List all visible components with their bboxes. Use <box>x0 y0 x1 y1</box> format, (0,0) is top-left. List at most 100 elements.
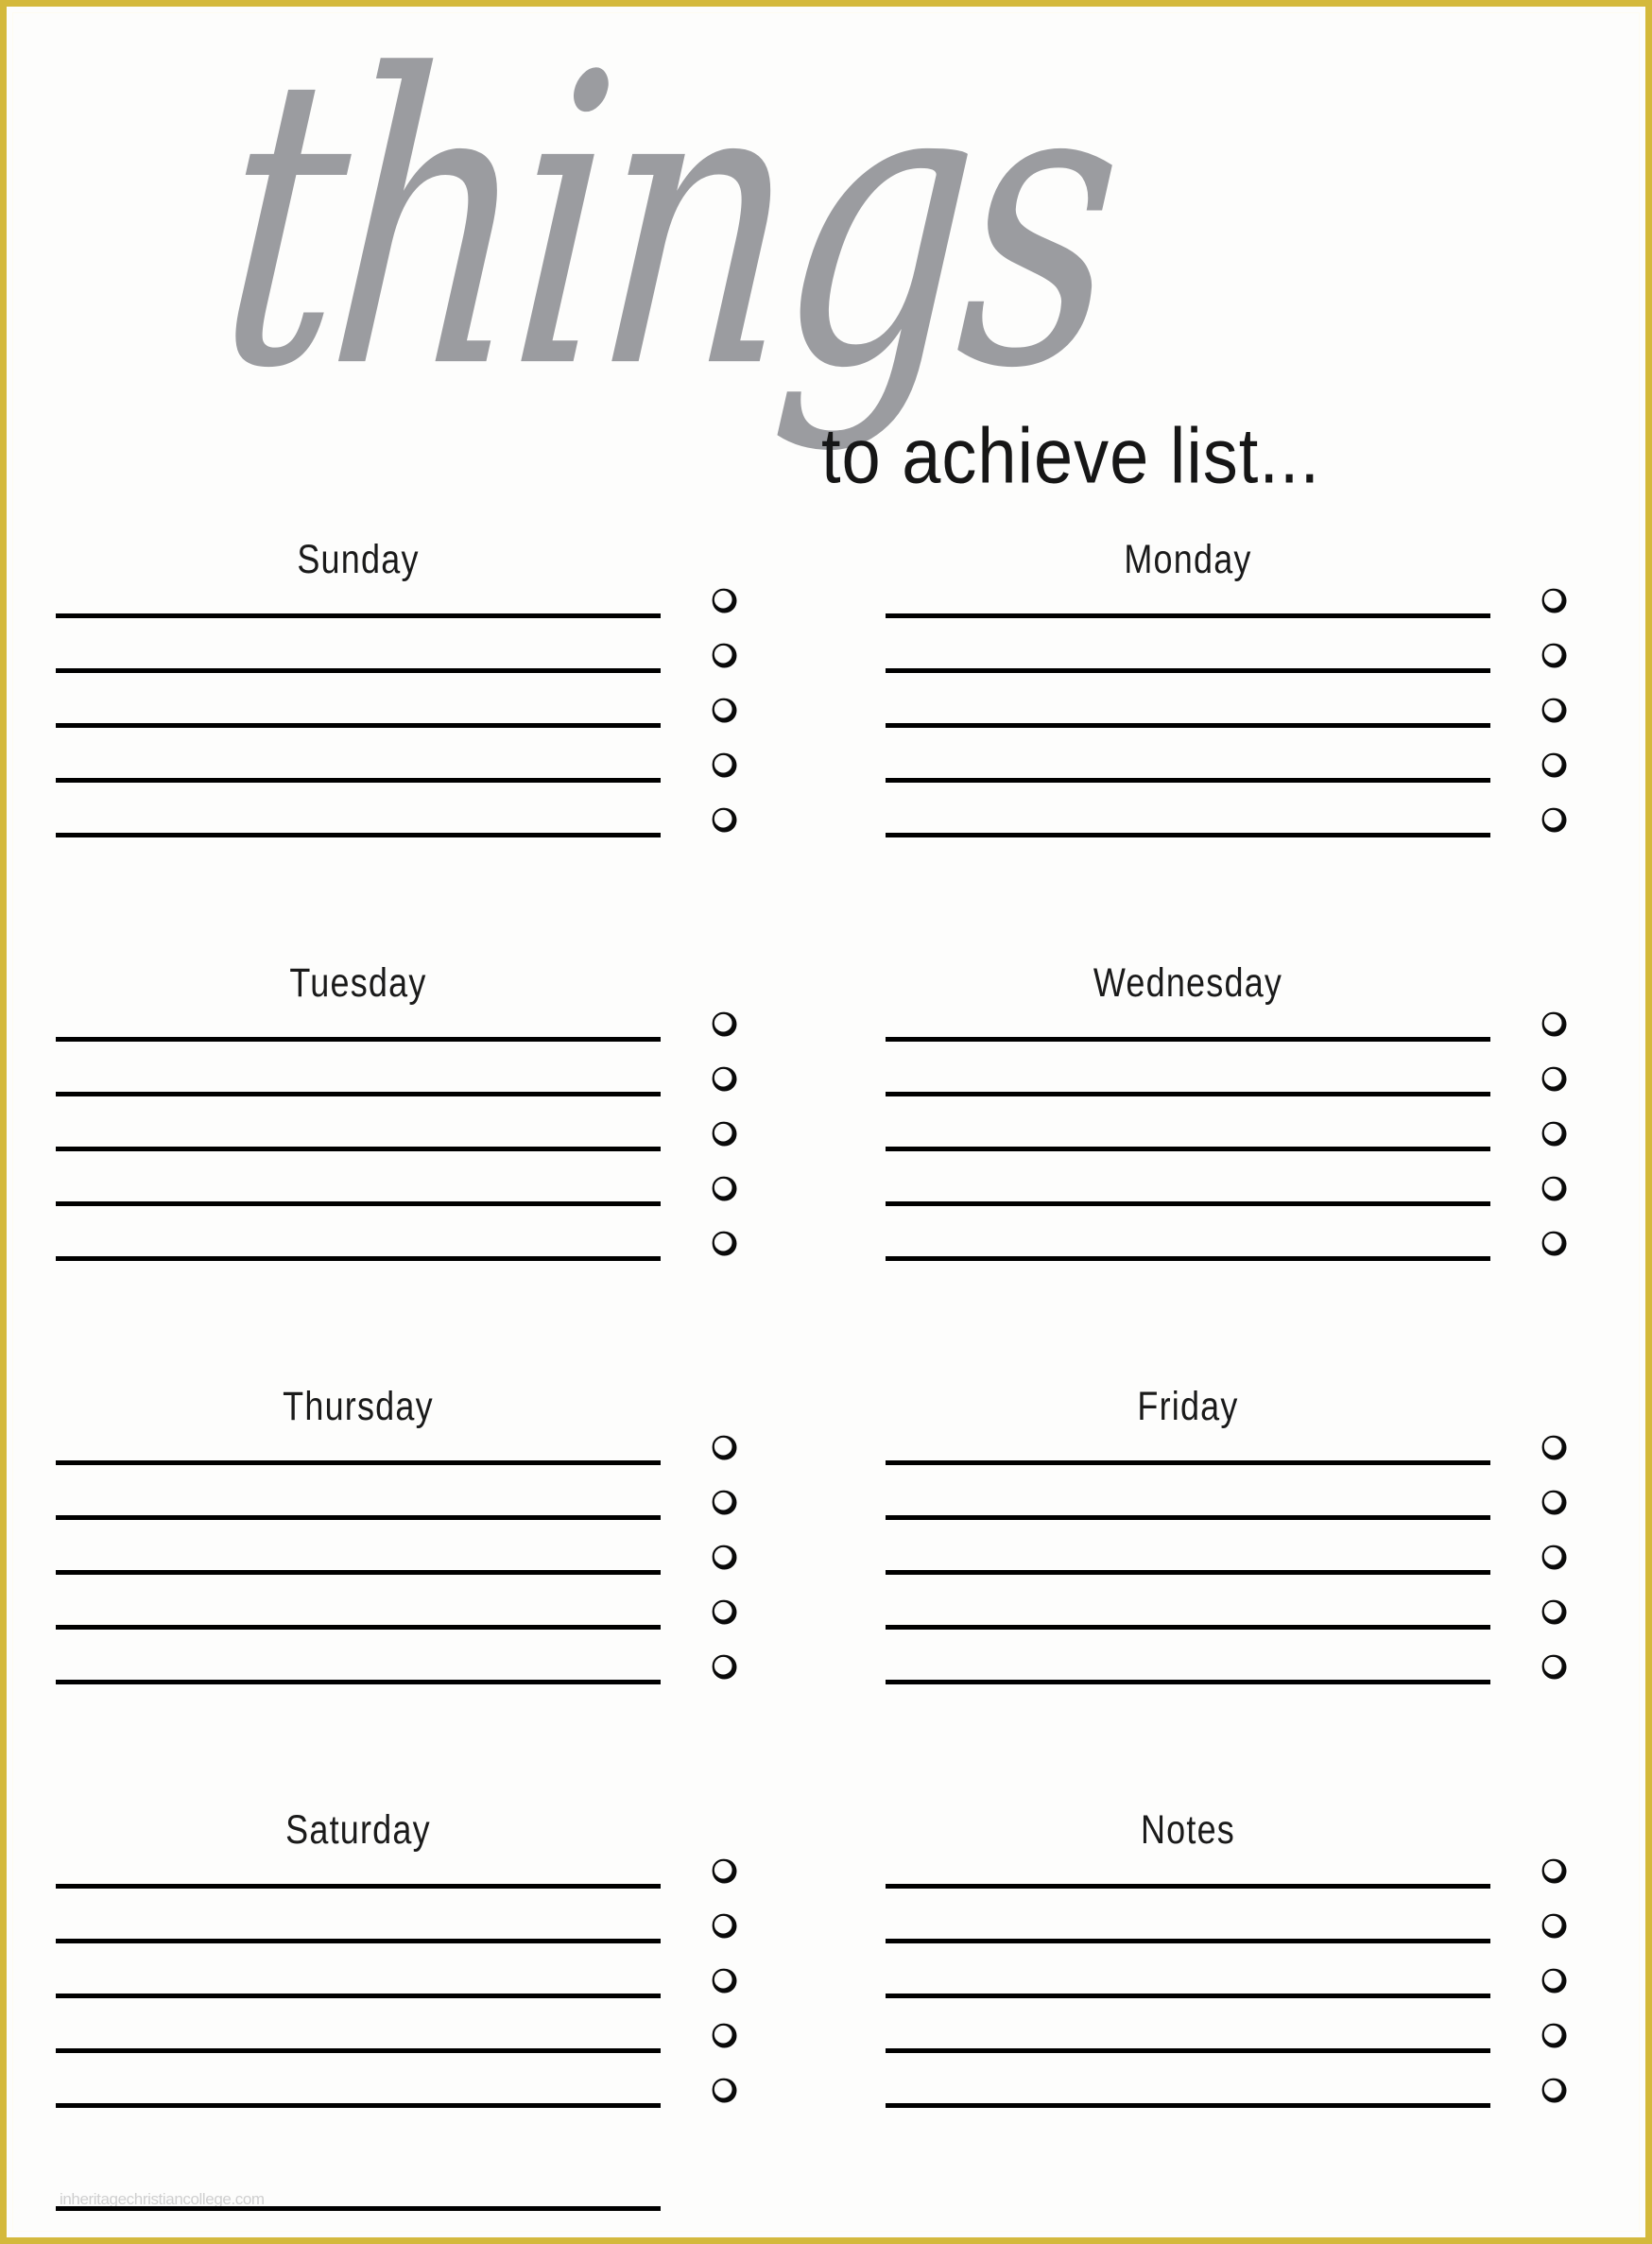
checkbox-column <box>1540 587 1578 833</box>
hollow-circle-icon[interactable] <box>711 587 737 613</box>
hollow-circle-icon[interactable] <box>1540 2077 1567 2103</box>
hollow-circle-icon[interactable] <box>1540 1544 1567 1570</box>
writing-lines <box>886 1460 1490 1684</box>
writing-line[interactable] <box>56 1570 661 1575</box>
hollow-circle-icon[interactable] <box>711 1489 737 1515</box>
writing-line[interactable] <box>886 1570 1490 1575</box>
hollow-circle-icon[interactable] <box>711 642 737 668</box>
hollow-circle-icon[interactable] <box>711 1967 737 1994</box>
day-label-saturday: Saturday <box>285 1806 431 1853</box>
writing-line[interactable] <box>886 1939 1490 1943</box>
writing-line[interactable] <box>56 613 661 618</box>
writing-line[interactable] <box>886 1680 1490 1684</box>
writing-lines <box>886 613 1490 837</box>
hollow-circle-icon[interactable] <box>711 806 737 833</box>
hollow-circle-icon[interactable] <box>711 1120 737 1147</box>
hollow-circle-icon[interactable] <box>711 1230 737 1256</box>
hollow-circle-icon[interactable] <box>1540 587 1567 613</box>
hollow-circle-icon[interactable] <box>711 1434 737 1460</box>
hollow-circle-icon[interactable] <box>1540 1230 1567 1256</box>
hollow-circle-icon[interactable] <box>1540 1857 1567 1884</box>
printable-planner-page: things to achieve list... Sunday Monday Tu… <box>0 0 1652 2244</box>
writing-lines <box>886 1037 1490 1261</box>
hollow-circle-icon[interactable] <box>1540 1065 1567 1092</box>
writing-line[interactable] <box>886 1515 1490 1520</box>
writing-line[interactable] <box>56 2048 661 2053</box>
page-title-script: things <box>206 0 1126 456</box>
hollow-circle-icon[interactable] <box>1540 806 1567 833</box>
writing-line[interactable] <box>886 1037 1490 1042</box>
hollow-circle-icon[interactable] <box>1540 1434 1567 1460</box>
writing-line[interactable] <box>886 723 1490 728</box>
writing-line[interactable] <box>56 1037 661 1042</box>
footer-rule <box>56 2206 661 2211</box>
hollow-circle-icon[interactable] <box>1540 2022 1567 2048</box>
hollow-circle-icon[interactable] <box>711 1544 737 1570</box>
hollow-circle-icon[interactable] <box>1540 751 1567 778</box>
writing-lines <box>886 1884 1490 2108</box>
hollow-circle-icon[interactable] <box>1540 1598 1567 1625</box>
hollow-circle-icon[interactable] <box>1540 1912 1567 1939</box>
hollow-circle-icon[interactable] <box>1540 1175 1567 1201</box>
hollow-circle-icon[interactable] <box>711 697 737 723</box>
writing-line[interactable] <box>886 668 1490 673</box>
writing-lines <box>56 613 661 837</box>
hollow-circle-icon[interactable] <box>1540 1653 1567 1680</box>
hollow-circle-icon[interactable] <box>1540 1967 1567 1994</box>
writing-line[interactable] <box>56 1201 661 1206</box>
hollow-circle-icon[interactable] <box>711 1653 737 1680</box>
hollow-circle-icon[interactable] <box>711 1175 737 1201</box>
hollow-circle-icon[interactable] <box>711 751 737 778</box>
checkbox-column <box>1540 1010 1578 1256</box>
writing-line[interactable] <box>56 1147 661 1151</box>
hollow-circle-icon[interactable] <box>1540 1489 1567 1515</box>
day-label-wednesday: Wednesday <box>1093 959 1283 1006</box>
hollow-circle-icon[interactable] <box>711 1857 737 1884</box>
writing-line[interactable] <box>886 778 1490 783</box>
writing-line[interactable] <box>56 1994 661 1998</box>
writing-line[interactable] <box>56 833 661 837</box>
planner-row: Saturday Notes <box>7 1806 1645 2230</box>
writing-line[interactable] <box>56 1939 661 1943</box>
writing-line[interactable] <box>56 1884 661 1889</box>
day-label-friday: Friday <box>1137 1383 1239 1429</box>
hollow-circle-icon[interactable] <box>1540 1010 1567 1037</box>
hollow-circle-icon[interactable] <box>711 1065 737 1092</box>
hollow-circle-icon[interactable] <box>711 1912 737 1939</box>
writing-line[interactable] <box>886 1460 1490 1465</box>
writing-line[interactable] <box>56 1625 661 1630</box>
writing-line[interactable] <box>56 1092 661 1096</box>
writing-line[interactable] <box>56 1256 661 1261</box>
writing-line[interactable] <box>56 1680 661 1684</box>
writing-line[interactable] <box>886 1147 1490 1151</box>
writing-line[interactable] <box>886 2103 1490 2108</box>
writing-line[interactable] <box>886 1201 1490 1206</box>
writing-line[interactable] <box>886 1092 1490 1096</box>
hollow-circle-icon[interactable] <box>1540 1120 1567 1147</box>
writing-line[interactable] <box>886 1884 1490 1889</box>
writing-line[interactable] <box>56 1515 661 1520</box>
planner-row: Sunday Monday <box>7 536 1645 959</box>
writing-line[interactable] <box>56 778 661 783</box>
writing-line[interactable] <box>886 2048 1490 2053</box>
writing-line[interactable] <box>886 1625 1490 1630</box>
checkbox-column <box>711 1434 749 1680</box>
writing-line[interactable] <box>56 668 661 673</box>
hollow-circle-icon[interactable] <box>711 1598 737 1625</box>
writing-line[interactable] <box>886 1994 1490 1998</box>
writing-line[interactable] <box>886 833 1490 837</box>
day-label-tuesday: Tuesday <box>289 959 427 1006</box>
page-header: things to achieve list... <box>7 7 1645 536</box>
hollow-circle-icon[interactable] <box>1540 642 1567 668</box>
day-label-thursday: Thursday <box>283 1383 434 1429</box>
writing-line[interactable] <box>56 723 661 728</box>
writing-line[interactable] <box>56 1460 661 1465</box>
writing-line[interactable] <box>56 2103 661 2108</box>
writing-line[interactable] <box>886 613 1490 618</box>
writing-line[interactable] <box>886 1256 1490 1261</box>
hollow-circle-icon[interactable] <box>711 2077 737 2103</box>
day-block-friday: Friday <box>886 1383 1623 1806</box>
hollow-circle-icon[interactable] <box>711 1010 737 1037</box>
hollow-circle-icon[interactable] <box>711 2022 737 2048</box>
hollow-circle-icon[interactable] <box>1540 697 1567 723</box>
